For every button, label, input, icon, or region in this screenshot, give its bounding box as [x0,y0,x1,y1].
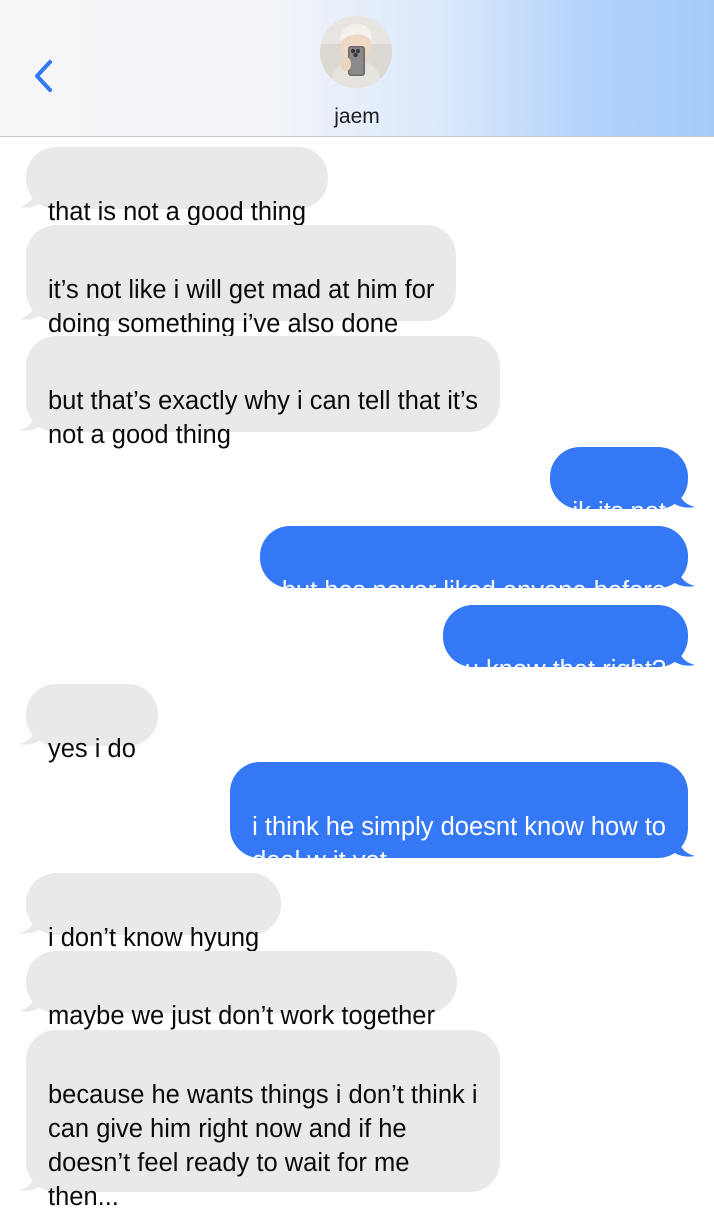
message-text: yes i do [48,735,136,763]
bubble-tail [19,722,43,745]
message-bubble-sent[interactable]: u know that right? [442,605,695,684]
bubble-tail [671,564,695,587]
message-text: it’s not like i will get mad at him for … [48,276,435,338]
bubble-tail [19,408,43,431]
bubble-tail [19,911,43,934]
chevron-left-icon [35,60,52,92]
message-text: i don’t know hyung [48,924,260,952]
bubble-tail [671,643,695,666]
message-text: that is not a good thing [48,198,307,226]
bubble-tail [19,1168,43,1191]
message-text: because he wants things i don’t think i … [48,1081,478,1211]
message-bubble-sent[interactable]: i think he simply doesnt know how to dea… [230,762,695,875]
avatar[interactable] [320,16,392,88]
message-bubble-received[interactable]: maybe we just don’t work together [19,951,457,1030]
back-button[interactable] [28,56,58,96]
contact-name[interactable]: jaem [0,105,714,129]
message-bubble-sent[interactable]: but hes never liked anyone before [259,526,695,605]
message-bubble-received[interactable]: i don’t know hyung [19,873,282,952]
bubble-tail [19,297,43,320]
message-text: but that’s exactly why i can tell that i… [48,387,478,449]
message-bubble-sent[interactable]: ik its not [550,447,695,526]
message-bubble-received[interactable]: that is not a good thing [19,147,329,226]
message-text: i think he simply doesnt know how to dea… [252,813,666,875]
bubble-tail [19,989,43,1012]
conversation-header: jaem [0,0,714,137]
bubble-tail [671,485,695,508]
message-text: ik its not [572,498,666,526]
message-bubble-received[interactable]: it’s not like i will get mad at him for … [19,225,457,338]
message-bubble-received[interactable]: because he wants things i don’t think i … [19,1030,500,1211]
message-bubble-received[interactable]: but that’s exactly why i can tell that i… [19,336,500,449]
message-text: maybe we just don’t work together [48,1002,435,1030]
message-text: u know that right? [464,656,666,684]
message-bubble-received[interactable]: yes i do [19,684,158,763]
contact-photo [320,16,392,88]
message-thread[interactable]: that is not a good thing it’s not like i… [0,137,714,1211]
bubble-tail [671,834,695,857]
message-text: but hes never liked anyone before [281,577,666,605]
bubble-tail [19,185,43,208]
